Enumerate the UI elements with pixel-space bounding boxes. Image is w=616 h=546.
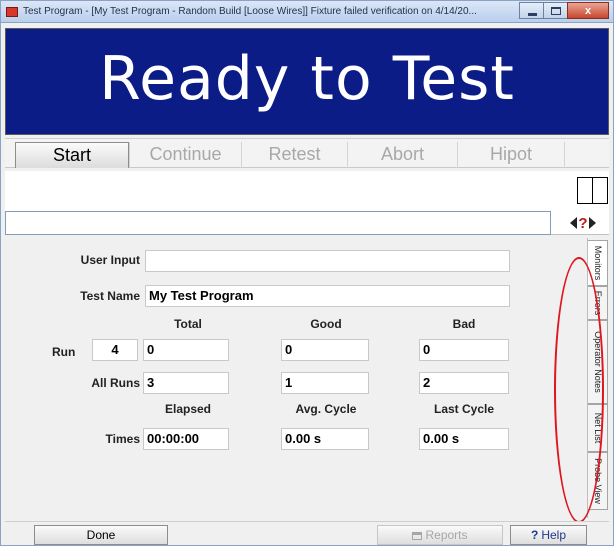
last-cycle-column-header: Last Cycle — [433, 402, 495, 416]
side-tab-strip: Monitors Errors Operator Notes Net List … — [587, 238, 609, 518]
action-toolbar: Start Continue Retest Abort Hipot — [5, 138, 609, 168]
all-runs-good-field: 1 — [281, 372, 369, 394]
test-name-field[interactable]: My Test Program — [145, 285, 510, 307]
footer-bar: Done Reports ? Help — [5, 521, 609, 545]
next-arrow-icon[interactable] — [588, 217, 596, 229]
bad-column-header: Bad — [452, 317, 476, 331]
run-number-field: 4 — [92, 339, 138, 361]
user-input-field[interactable] — [145, 250, 510, 272]
close-icon[interactable]: x — [567, 2, 609, 19]
start-button[interactable]: Start — [15, 142, 129, 168]
prompt-input[interactable] — [5, 211, 551, 235]
help-button[interactable]: ? Help — [510, 525, 587, 545]
tab-monitors[interactable]: Monitors — [588, 240, 608, 286]
all-runs-bad-field: 2 — [419, 372, 509, 394]
help-navigator[interactable]: ? — [559, 211, 607, 235]
status-banner-text: Ready to Test — [99, 44, 515, 114]
printer-icon — [412, 532, 423, 540]
total-column-header: Total — [174, 317, 202, 331]
done-button[interactable]: Done — [34, 525, 168, 545]
help-icon[interactable]: ? — [578, 216, 587, 231]
avg-cycle-field: 0.00 s — [281, 428, 369, 450]
status-banner: Ready to Test — [5, 28, 609, 135]
abort-button[interactable]: Abort — [347, 142, 457, 168]
tab-errors[interactable]: Errors — [588, 286, 608, 320]
all-runs-total-field: 3 — [143, 372, 229, 394]
user-input-label: User Input — [80, 253, 140, 267]
continue-button[interactable]: Continue — [129, 142, 241, 168]
test-name-label: Test Name — [80, 289, 140, 303]
times-label: Times — [105, 432, 140, 446]
previous-arrow-icon[interactable] — [570, 217, 578, 229]
title-bar[interactable]: Test Program - [My Test Program - Random… — [1, 1, 613, 23]
tab-net-list[interactable]: Net List — [588, 404, 608, 452]
elapsed-time-field: 00:00:00 — [143, 428, 229, 450]
elapsed-column-header: Elapsed — [164, 402, 212, 416]
tab-operator-notes[interactable]: Operator Notes — [588, 320, 608, 404]
maximize-icon[interactable] — [543, 2, 568, 19]
indicator-box-right — [592, 177, 608, 204]
tab-probe-view[interactable]: Probe View — [588, 452, 608, 510]
minimize-icon[interactable] — [519, 2, 544, 19]
app-icon — [6, 7, 18, 17]
window-title: Test Program - [My Test Program - Random… — [23, 6, 477, 17]
avg-cycle-column-header: Avg. Cycle — [295, 402, 357, 416]
reports-button[interactable]: Reports — [377, 525, 503, 545]
run-good-field: 0 — [281, 339, 369, 361]
test-form: User Input Test Name My Test Program Tot… — [5, 238, 585, 518]
window-controls: x — [519, 2, 609, 19]
question-mark-icon: ? — [530, 528, 539, 542]
last-cycle-field: 0.00 s — [419, 428, 509, 450]
hipot-button[interactable]: Hipot — [457, 142, 565, 168]
run-label: Run — [52, 345, 76, 359]
run-bad-field: 0 — [419, 339, 509, 361]
all-runs-label: All Runs — [91, 376, 140, 390]
main-window: Test Program - [My Test Program - Random… — [0, 0, 614, 546]
good-column-header: Good — [310, 317, 342, 331]
indicator-box-left — [577, 177, 593, 204]
run-total-field: 0 — [143, 339, 229, 361]
retest-button[interactable]: Retest — [241, 142, 347, 168]
